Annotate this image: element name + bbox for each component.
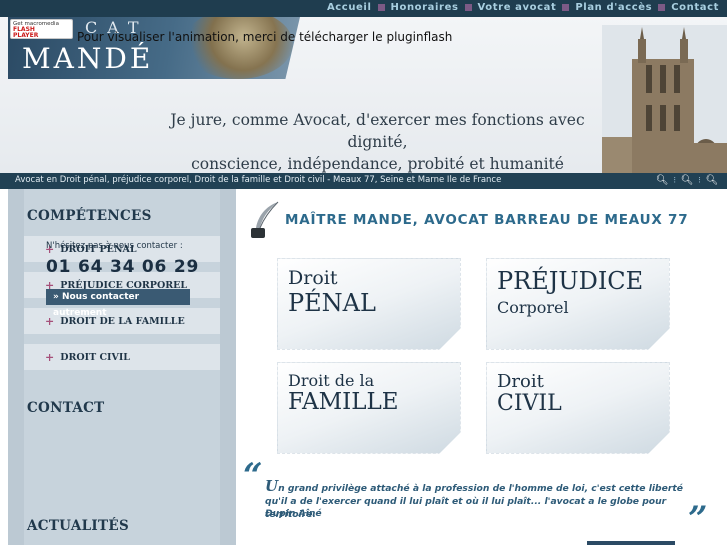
nav-link-honoraires[interactable]: Honoraires xyxy=(391,2,459,13)
nav-separator xyxy=(464,4,472,11)
flash-badge-line3: PLAYER xyxy=(13,32,39,39)
tile-line1: Droit xyxy=(288,267,338,289)
quote-first-letter: U xyxy=(265,477,279,495)
zoom-out-icon[interactable]: 🔍︎ xyxy=(655,174,669,187)
tile-line2: FAMILLE xyxy=(288,389,399,415)
oath-motto: Je jure, comme Avocat, d'exercer mes fon… xyxy=(150,109,605,173)
zoom-divider: ⁝ xyxy=(673,175,677,186)
nav-separator xyxy=(377,4,385,11)
nav-link-plan-acces[interactable]: Plan d'accès xyxy=(575,2,652,13)
text-size-controls: 🔍︎ ⁝ 🔍︎ ⁝ 🔍︎ xyxy=(655,174,719,187)
nav-separator xyxy=(562,4,570,11)
tile-line1: Droit xyxy=(497,371,544,392)
tile-page-fold xyxy=(648,432,670,454)
tagline-bar: Avocat en Droit pénal, préjudice corpore… xyxy=(0,173,727,189)
tile-droit-famille[interactable]: Droit de la FAMILLE xyxy=(277,362,461,454)
cathedral-illustration xyxy=(602,25,727,173)
motto-line-1: Je jure, comme Avocat, d'exercer mes fon… xyxy=(170,111,585,151)
nav-link-accueil[interactable]: Accueil xyxy=(327,2,372,13)
sidebar-item-droit-civil[interactable]: + DROIT CIVIL xyxy=(24,344,220,370)
tile-line1: Droit de la xyxy=(288,371,375,390)
top-navigation-bar: Accueil Honoraires Votre avocat Plan d'a… xyxy=(0,0,727,17)
tile-line1: PRÉJUDICE xyxy=(497,267,644,295)
bottom-strip xyxy=(587,541,675,545)
tile-page-fold xyxy=(648,328,670,350)
tile-line2: PÉNAL xyxy=(288,289,376,317)
quill-pen-icon xyxy=(251,201,279,238)
quote-open-mark: “ xyxy=(243,456,263,496)
sidebar-item-label: DROIT CIVIL xyxy=(60,351,130,363)
tile-droit-civil[interactable]: Droit CIVIL xyxy=(486,362,670,454)
competences-heading: COMPÉTENCES xyxy=(27,208,152,224)
top-nav-links: Accueil Honoraires Votre avocat Plan d'a… xyxy=(327,2,719,13)
motto-line-2: conscience, indépendance, probité et hum… xyxy=(191,155,564,173)
phone-number[interactable]: 01 64 34 06 29 xyxy=(46,257,199,277)
contact-heading: CONTACT xyxy=(27,400,105,416)
nav-separator xyxy=(658,4,666,11)
header: CAT MANDÉ Get macromedia FLASH PLAYER Po… xyxy=(0,17,727,173)
flash-player-badge[interactable]: Get macromedia FLASH PLAYER xyxy=(10,19,73,39)
zoom-in-icon[interactable]: 🔍︎ xyxy=(705,174,719,187)
quote-text: Un grand privilège attaché à la professi… xyxy=(265,477,705,521)
flash-plugin-notice[interactable]: Pour visualiser l'animation, merci de té… xyxy=(77,30,452,44)
quote-close-mark: ” xyxy=(688,499,708,539)
contact-note: N'hésitez pas à nous contacter : xyxy=(46,241,183,251)
plus-bullet-icon: + xyxy=(45,350,55,364)
nav-link-contact[interactable]: Contact xyxy=(671,2,719,13)
tile-page-fold xyxy=(439,432,461,454)
contact-other-button[interactable]: » Nous contacter autrement xyxy=(46,289,190,318)
nav-link-votre-avocat[interactable]: Votre avocat xyxy=(478,2,557,13)
site-tagline: Avocat en Droit pénal, préjudice corpore… xyxy=(15,175,502,185)
tile-droit-penal[interactable]: Droit PÉNAL xyxy=(277,258,461,350)
quote-body: n grand privilège attaché à la professio… xyxy=(265,483,683,520)
zoom-reset-icon[interactable]: 🔍︎ xyxy=(680,174,694,187)
tile-page-fold xyxy=(439,328,461,350)
news-heading: ACTUALITÉS xyxy=(27,518,129,534)
tile-prejudice-corporel[interactable]: PRÉJUDICE Corporel xyxy=(486,258,670,350)
tile-line2: Corporel xyxy=(497,298,569,317)
decorative-glass xyxy=(183,17,293,79)
zoom-divider: ⁝ xyxy=(698,175,701,186)
quote-author: Dupin Aîné xyxy=(265,508,322,519)
page-title: MAÎTRE MANDE, AVOCAT BARREAU DE MEAUX 77 xyxy=(285,212,689,228)
logo-mande-text: MANDÉ xyxy=(22,42,154,75)
tile-line2: CIVIL xyxy=(497,391,562,416)
